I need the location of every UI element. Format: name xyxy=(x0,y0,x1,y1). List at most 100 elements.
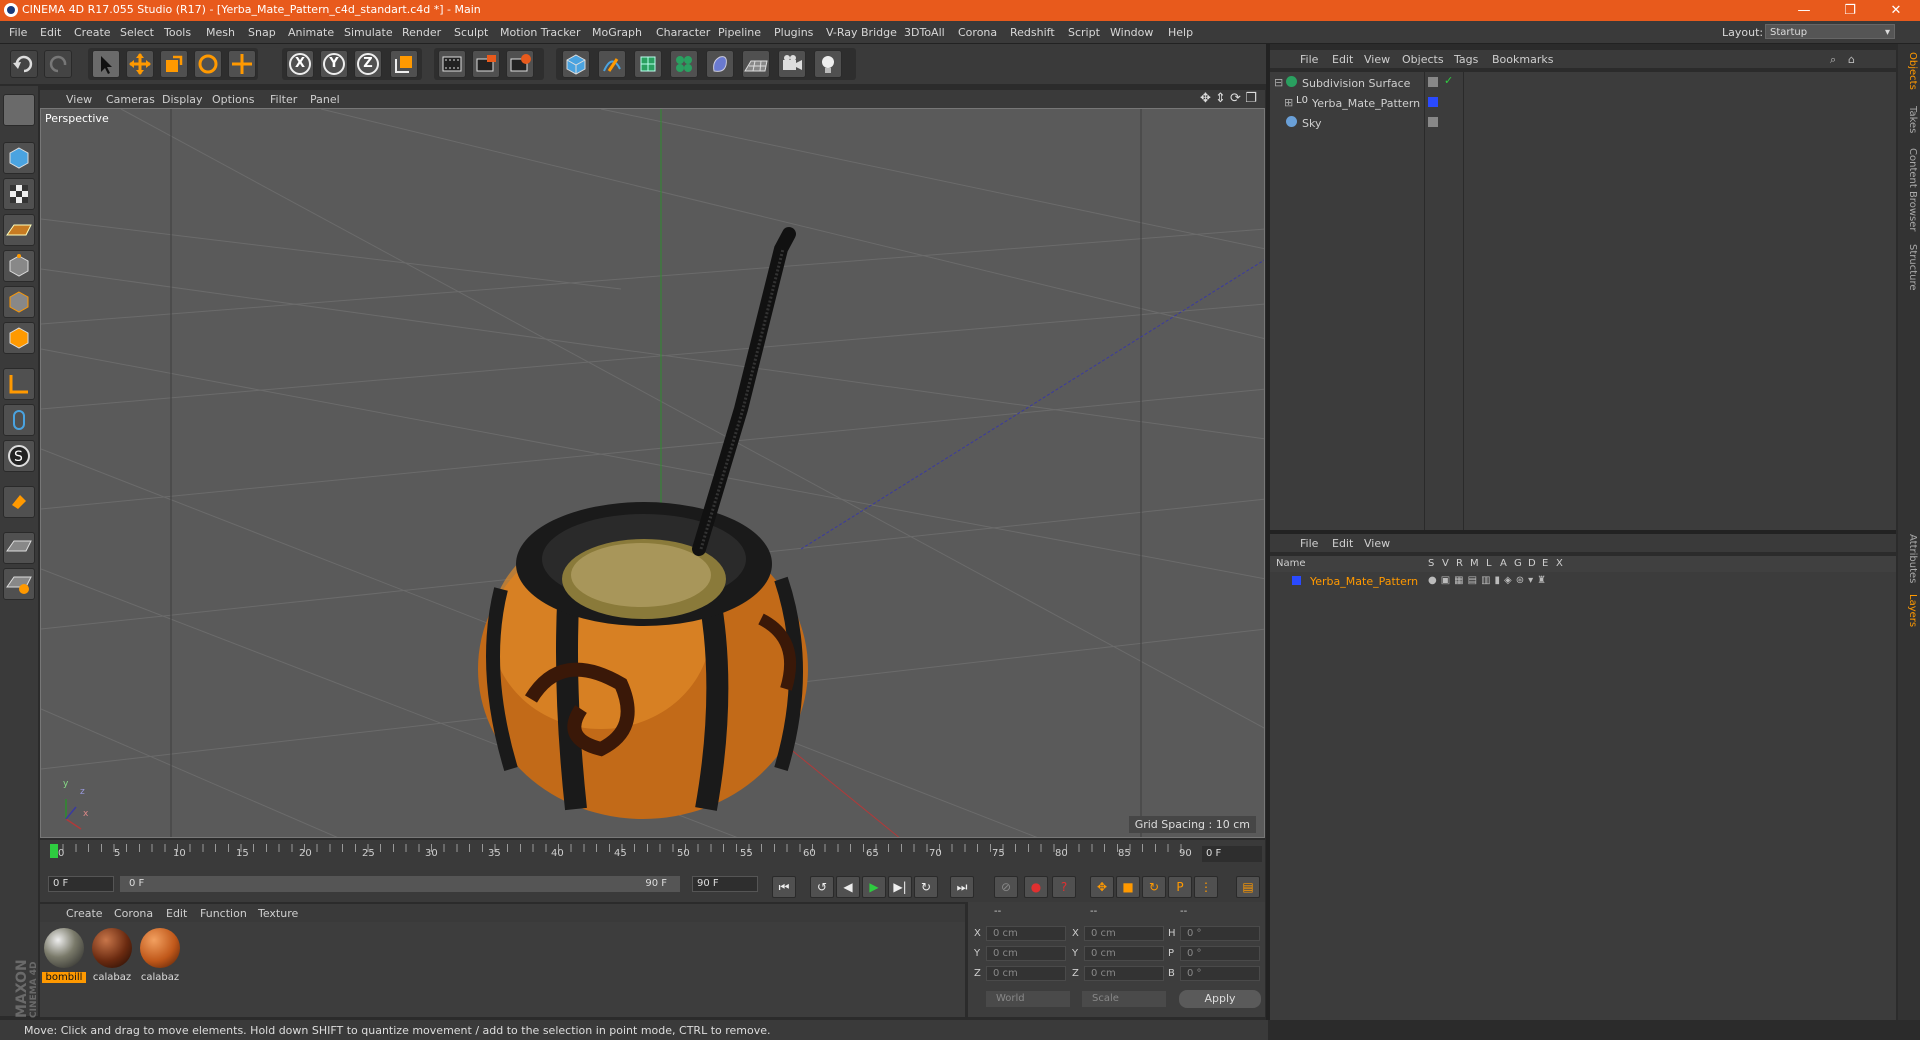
layer-menu-edit[interactable]: Edit xyxy=(1332,537,1353,550)
material-menu-texture[interactable]: Texture xyxy=(258,907,298,920)
material-swatch[interactable]: calabaz xyxy=(90,926,134,986)
size-z-field[interactable]: 0 cm xyxy=(1084,966,1164,981)
magnet-icon[interactable] xyxy=(3,486,35,518)
menu-script[interactable]: Script xyxy=(1068,26,1100,39)
go-to-start-icon[interactable]: ⏮ xyxy=(772,876,796,898)
tab-layers[interactable]: Layers xyxy=(1900,594,1918,627)
y-axis-icon[interactable]: Y xyxy=(320,50,348,78)
move-icon[interactable] xyxy=(126,50,154,78)
transform-mode-select[interactable]: Scale xyxy=(1082,991,1166,1007)
model-mode-icon[interactable] xyxy=(3,142,35,174)
object-menu-view[interactable]: View xyxy=(1364,53,1390,66)
current-frame-field[interactable]: 0 F xyxy=(1202,846,1262,862)
timeline[interactable]: 0 5 10 15 20 25 30 35 40 45 50 55 60 65 … xyxy=(40,840,1265,870)
menu-simulate[interactable]: Simulate xyxy=(344,26,393,39)
edit-render-settings-icon[interactable] xyxy=(506,50,534,78)
points-mode-icon[interactable] xyxy=(3,250,35,282)
camera-icon[interactable] xyxy=(778,50,806,78)
apply-button[interactable]: Apply xyxy=(1179,990,1261,1008)
previous-frame-icon[interactable]: ◀ xyxy=(836,876,860,898)
viewport-menu-display[interactable]: Display xyxy=(162,93,203,106)
scale-icon[interactable] xyxy=(160,50,188,78)
tab-structure[interactable]: Structure xyxy=(1900,244,1918,291)
material-menu-edit[interactable]: Edit xyxy=(166,907,187,920)
render-view-icon[interactable] xyxy=(438,50,466,78)
object-row[interactable]: Sky xyxy=(1270,114,1896,132)
subdivision-icon[interactable] xyxy=(634,50,662,78)
menu-vray-bridge[interactable]: V-Ray Bridge xyxy=(826,26,897,39)
snap-icon[interactable]: S xyxy=(3,440,35,472)
select-icon[interactable] xyxy=(92,50,120,78)
play-icon[interactable]: ▶ xyxy=(862,876,886,898)
material-menu-function[interactable]: Function xyxy=(200,907,247,920)
previous-key-icon[interactable]: ↺ xyxy=(810,876,834,898)
size-x-field[interactable]: 0 cm xyxy=(1084,926,1164,941)
visibility-icon[interactable] xyxy=(1428,117,1438,127)
make-editable-icon[interactable] xyxy=(3,94,35,126)
position-y-field[interactable]: 0 cm xyxy=(986,946,1066,961)
object-menu-edit[interactable]: Edit xyxy=(1332,53,1353,66)
rotation-p-field[interactable]: 0 ° xyxy=(1180,946,1260,961)
go-to-end-icon[interactable]: ⏭ xyxy=(950,876,974,898)
playhead[interactable] xyxy=(50,844,58,858)
home-icon[interactable]: ⌂ xyxy=(1848,53,1855,66)
layer-row[interactable]: Yerba_Mate_Pattern ●▣▦▤▥▮◈⊛▾♜ xyxy=(1270,572,1896,590)
size-y-field[interactable]: 0 cm xyxy=(1084,946,1164,961)
menu-plugins[interactable]: Plugins xyxy=(774,26,813,39)
menu-help[interactable]: Help xyxy=(1168,26,1193,39)
z-axis-icon[interactable]: Z xyxy=(354,50,382,78)
viewport-menu-cameras[interactable]: Cameras xyxy=(106,93,155,106)
key-scale-icon[interactable]: ■ xyxy=(1116,876,1140,898)
object-menu-objects[interactable]: Objects xyxy=(1402,53,1444,66)
layer-color-icon[interactable] xyxy=(1428,97,1438,107)
menu-sculpt[interactable]: Sculpt xyxy=(454,26,488,39)
tab-takes[interactable]: Takes xyxy=(1900,106,1918,133)
material-menu-corona[interactable]: Corona xyxy=(114,907,153,920)
viewport-nav-icons[interactable]: ✥ ⇕ ⟳ ❐ xyxy=(1200,91,1257,106)
menu-file[interactable]: File xyxy=(9,26,27,39)
range-slider[interactable]: 0 F 90 F xyxy=(120,876,680,892)
pen-icon[interactable] xyxy=(598,50,626,78)
timeline-window-icon[interactable]: ▤ xyxy=(1236,876,1260,898)
coordinate-system-icon[interactable] xyxy=(390,50,418,78)
menu-select[interactable]: Select xyxy=(120,26,154,39)
check-icon[interactable]: ✓ xyxy=(1444,74,1453,87)
layer-color-icon[interactable] xyxy=(1292,576,1301,585)
deformer-icon[interactable] xyxy=(706,50,734,78)
autokey-icon[interactable]: ? xyxy=(1052,876,1076,898)
key-parameter-icon[interactable]: P xyxy=(1168,876,1192,898)
layer-menu-view[interactable]: View xyxy=(1364,537,1390,550)
expand-icon[interactable]: ⊞ xyxy=(1284,96,1293,109)
material-menu-create[interactable]: Create xyxy=(66,907,103,920)
3d-viewport[interactable]: Perspective y z x Grid Spacing : 10 cm xyxy=(40,108,1265,838)
next-key-icon[interactable]: ↻ xyxy=(914,876,938,898)
menu-animate[interactable]: Animate xyxy=(288,26,334,39)
cube-icon[interactable] xyxy=(562,50,590,78)
position-z-field[interactable]: 0 cm xyxy=(986,966,1066,981)
floor-icon[interactable] xyxy=(742,50,770,78)
polygons-mode-icon[interactable] xyxy=(3,322,35,354)
workplane-mode-icon[interactable] xyxy=(3,214,35,246)
minimize-button[interactable]: — xyxy=(1782,0,1826,21)
key-rotation-icon[interactable]: ↻ xyxy=(1142,876,1166,898)
axis-mode-icon[interactable] xyxy=(3,368,35,400)
coordinate-mode-select[interactable]: World xyxy=(986,991,1070,1007)
x-axis-icon[interactable]: X xyxy=(286,50,314,78)
next-frame-icon[interactable]: ▶| xyxy=(888,876,912,898)
menu-motion-tracker[interactable]: Motion Tracker xyxy=(500,26,580,39)
light-icon[interactable] xyxy=(814,50,842,78)
rotation-h-field[interactable]: 0 ° xyxy=(1180,926,1260,941)
menu-snap[interactable]: Snap xyxy=(248,26,276,39)
start-frame-field[interactable]: 0 F xyxy=(48,876,114,892)
menu-mesh[interactable]: Mesh xyxy=(206,26,235,39)
texture-mode-icon[interactable] xyxy=(3,178,35,210)
live-select-icon[interactable] xyxy=(228,50,256,78)
key-pla-icon[interactable]: ⋮ xyxy=(1194,876,1218,898)
render-picture-viewer-icon[interactable] xyxy=(472,50,500,78)
search-icon[interactable]: ⌕ xyxy=(1830,53,1836,67)
tab-objects[interactable]: Objects xyxy=(1900,52,1918,90)
menu-tools[interactable]: Tools xyxy=(164,26,191,39)
viewport-menu-options[interactable]: Options xyxy=(212,93,254,106)
object-menu-file[interactable]: File xyxy=(1300,53,1318,66)
rotation-b-field[interactable]: 0 ° xyxy=(1180,966,1260,981)
